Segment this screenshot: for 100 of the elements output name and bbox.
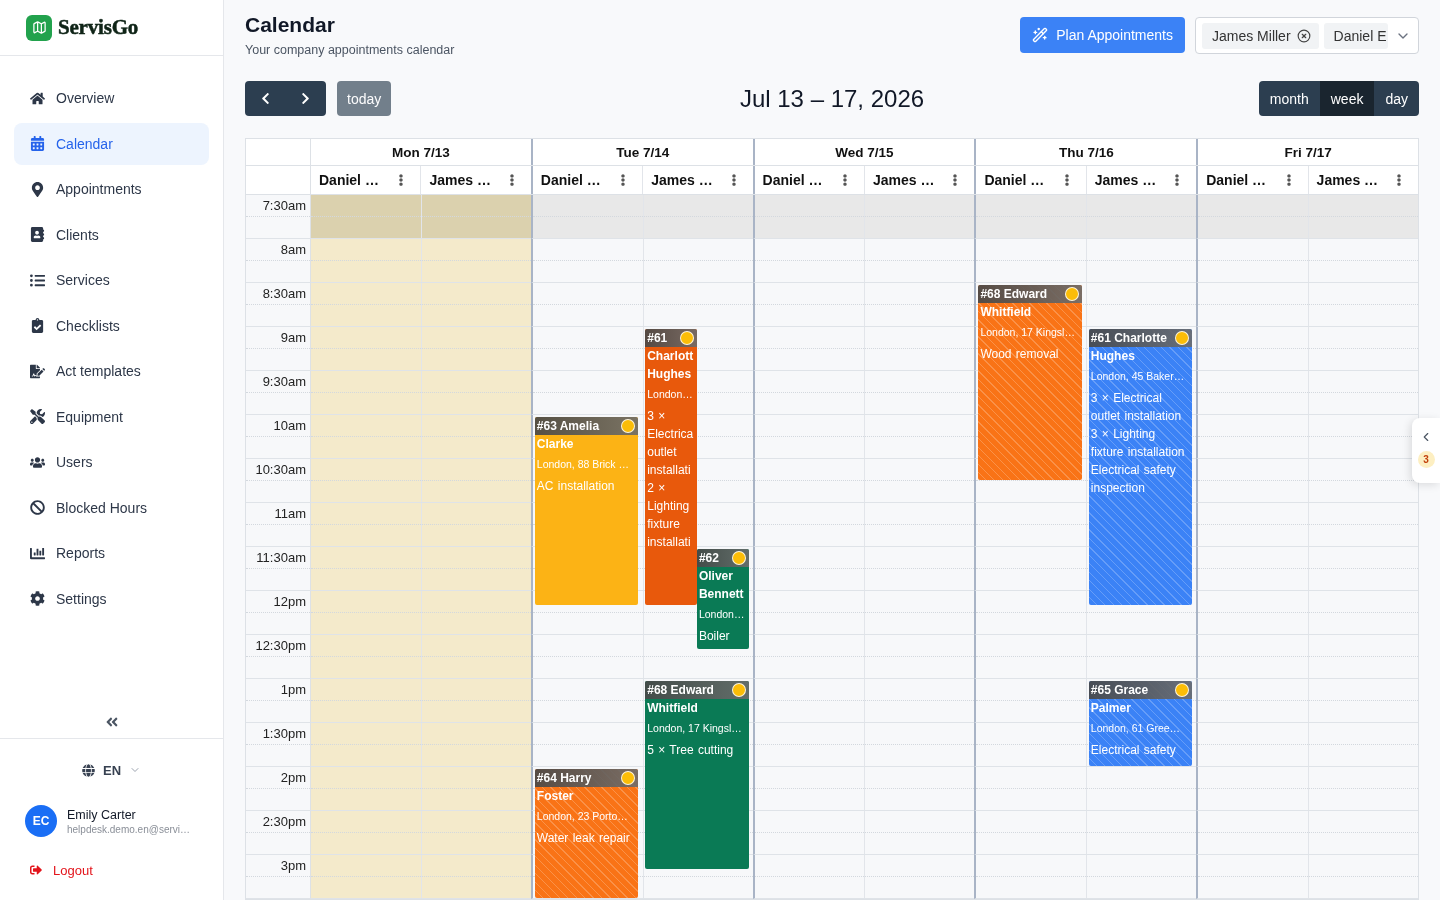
file-signature-icon <box>30 363 45 379</box>
service-line: Water leak repair <box>535 830 631 847</box>
service-line: 3 × Electrica outlet installati <box>646 408 695 479</box>
resource-name: Daniel … <box>540 172 601 188</box>
appointment-card[interactable]: #62 Oliver Bennett London… Boiler <box>696 549 749 649</box>
service-line: 3 × Electrical outlet installation <box>1089 390 1183 425</box>
brand-name: ServisGo <box>58 15 139 40</box>
time-label: 10:30am <box>254 461 307 479</box>
appointment-address: London, 45 Baker… <box>1089 369 1186 384</box>
prev-button[interactable] <box>245 81 286 116</box>
date-range-title: Jul 13 – 17, 2026 <box>739 84 925 113</box>
side-panel-toggle[interactable]: 3 <box>1412 418 1440 483</box>
appointment-card[interactable]: #61 Charlott Hughes London… 3 × Electrica outlet installati 2 × Lighting fixture installati <box>645 329 697 605</box>
ban-icon <box>30 500 45 515</box>
staff-filter[interactable]: James Miller Daniel E <box>1195 17 1419 54</box>
service-line: Wood removal <box>979 346 1060 363</box>
appointment-card[interactable]: #68 Edward Whitfield London, 17 Kingsl… 5 × Tree cutting <box>645 681 749 869</box>
logout-link[interactable]: Logout <box>0 859 223 881</box>
resource-name: Daniel … <box>319 172 379 188</box>
resource-name: James … <box>1094 172 1157 188</box>
plan-appointments-button[interactable]: Plan Appointments <box>1020 17 1185 53</box>
nav-item[interactable]: Clients <box>14 213 209 256</box>
nav-item[interactable]: Users <box>14 441 209 483</box>
nav-item[interactable]: Services <box>14 259 209 301</box>
view-tab[interactable]: week <box>1319 81 1375 116</box>
globe-icon <box>81 763 95 777</box>
time-label: 12:30pm <box>254 637 307 655</box>
user-avatar: EC <box>25 805 57 837</box>
resource-name: Daniel … <box>984 172 1045 188</box>
appointment-address: London… <box>646 387 694 402</box>
nav-item[interactable]: Blocked Hours <box>14 486 209 529</box>
nav-item[interactable]: Settings <box>14 577 209 620</box>
settings-icon <box>30 591 45 606</box>
view-tab[interactable]: month <box>1258 81 1320 116</box>
appointment-title: #61 Charlott Hughes <box>645 329 697 383</box>
service-line: 5 × Tree cutting <box>646 742 735 759</box>
time-label: 2:30pm <box>261 813 307 831</box>
remove-icon[interactable] <box>1296 28 1311 43</box>
service-line: Electrical safety <box>1089 742 1177 759</box>
nav-item[interactable]: Equipment <box>14 395 209 438</box>
next-button[interactable] <box>285 81 326 116</box>
page-title: Calendar <box>245 13 336 37</box>
language-selector[interactable]: EN <box>81 759 142 781</box>
time-label: 11:30am <box>255 549 307 567</box>
service-line: Electrical safety inspection <box>1089 462 1177 497</box>
time-label: 8:30am <box>261 285 307 303</box>
appointment-card[interactable]: #61 Charlotte Hughes London, 45 Baker… 3 × Electrical outlet installation 3 × Lighting fixture installation Electrical safety inspection <box>1088 329 1193 605</box>
appointment-address: London, 23 Porto… <box>535 809 629 824</box>
appointment-card[interactable]: #68 Edward Whitfield London, 17 Kingsl… Wood removal <box>978 285 1082 480</box>
calendar-icon <box>30 136 45 151</box>
user-email: helpdesk.demo.en@servi… <box>67 823 190 835</box>
tools-icon <box>30 409 45 424</box>
resource-name: James … <box>1316 172 1379 188</box>
nav-item[interactable]: Calendar <box>14 122 209 165</box>
count-badge: 3 <box>1417 451 1435 468</box>
day-header: Mon 7/13 <box>310 139 531 165</box>
resource-name: Daniel … <box>762 172 823 188</box>
bar-chart-icon <box>30 545 45 561</box>
time-label: 10am <box>272 417 307 435</box>
list-icon <box>30 272 45 288</box>
collapse-sidebar-icon[interactable] <box>104 715 119 729</box>
resource-name: James … <box>651 172 713 188</box>
time-label: 11am <box>273 505 307 523</box>
time-label: 3pm <box>279 857 307 875</box>
magic-wand-icon <box>1032 27 1049 43</box>
appointment-address: London, 61 Gree… <box>1089 721 1182 736</box>
nav-item[interactable]: Act templates <box>14 350 209 392</box>
appointment-card[interactable]: #63 Amelia Clarke London, 88 Brick … AC installation <box>534 417 639 605</box>
time-label: 1pm <box>279 681 307 699</box>
time-label: 1:30pm <box>261 725 307 743</box>
service-line: 2 × Lighting fixture installati <box>646 480 692 551</box>
appointment-address: London, 17 Kingsl… <box>646 721 743 736</box>
resource-name: James … <box>429 172 491 188</box>
resource-name: Daniel … <box>1206 172 1267 188</box>
users-icon <box>30 454 45 470</box>
logo-icon <box>26 14 52 41</box>
nav-item[interactable]: Overview <box>14 77 209 119</box>
service-line: 3 × Lighting fixture installation <box>1089 426 1186 461</box>
map-pin-icon <box>30 181 45 197</box>
user-name: Emily Carter <box>67 807 137 822</box>
time-label: 9am <box>279 329 307 347</box>
staff-name: Daniel E <box>1333 27 1387 44</box>
appointment-card[interactable]: #65 Grace Palmer London, 61 Gree… Electrical safety <box>1088 681 1193 766</box>
time-label: 8am <box>279 241 307 259</box>
appointment-address: London, 17 Kingsl… <box>979 325 1076 340</box>
nav-item[interactable]: Appointments <box>14 168 209 210</box>
clipboard-check-icon <box>30 318 45 333</box>
service-line: AC installation <box>535 478 616 495</box>
appointment-address: London… <box>697 607 746 622</box>
nav-item[interactable]: Reports <box>14 532 209 574</box>
appointment-address: London, 88 Brick … <box>535 457 630 472</box>
view-tab[interactable]: day <box>1374 81 1419 116</box>
appointment-title: #61 Charlotte Hughes <box>1088 329 1193 365</box>
logout-icon <box>30 864 42 876</box>
nav-item[interactable]: Checklists <box>14 304 209 347</box>
address-book-icon <box>30 227 45 242</box>
appointment-card[interactable]: #64 Harry Foster London, 23 Porto… Water leak repair <box>534 769 639 898</box>
resource-name: James … <box>873 172 935 188</box>
staff-name: James Miller <box>1212 27 1291 44</box>
service-line: Boiler <box>697 628 731 645</box>
